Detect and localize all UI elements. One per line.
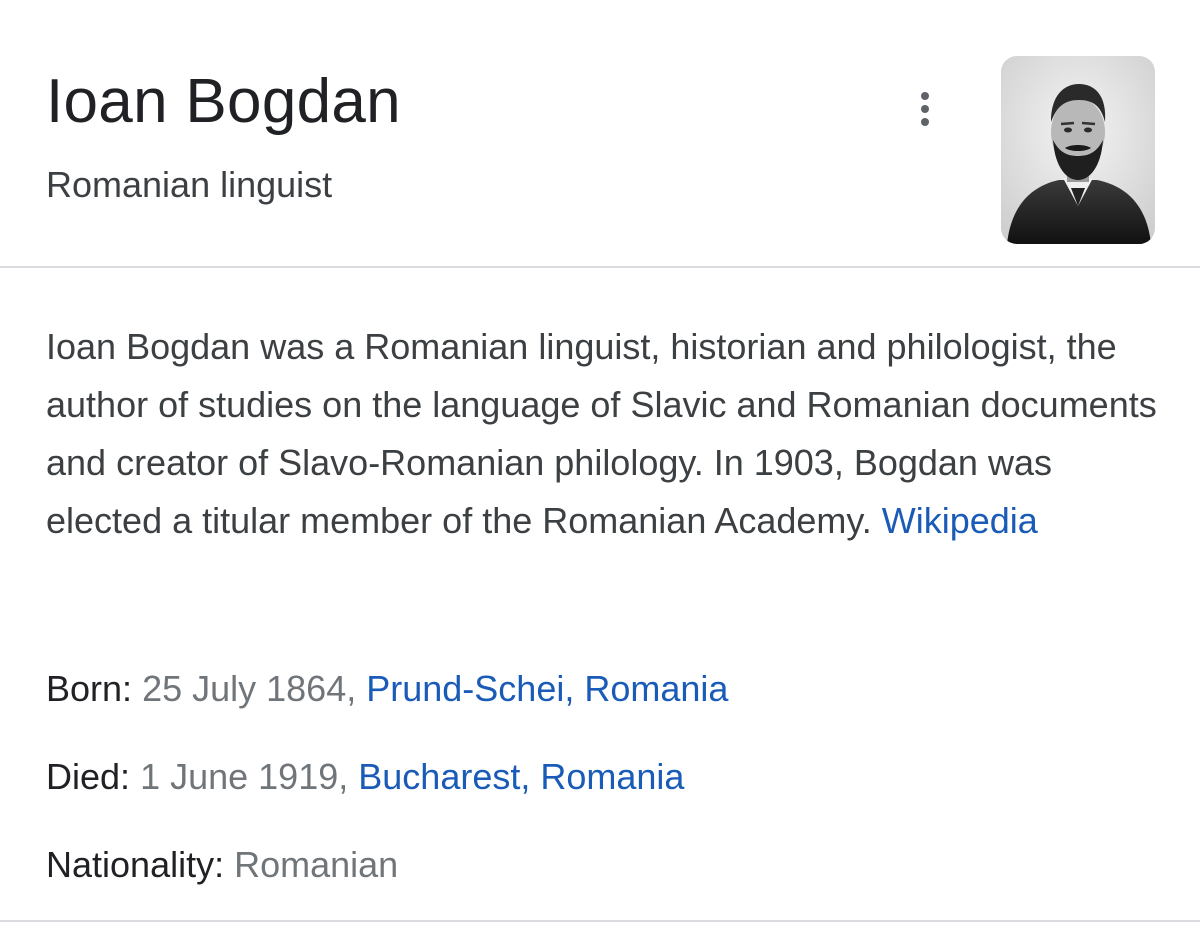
entity-description: Ioan Bogdan was a Romanian linguist, his… xyxy=(46,318,1166,550)
knowledge-panel-header: Ioan Bogdan Romanian linguist xyxy=(0,0,1200,266)
fact-born-place-link[interactable]: Prund-Schei, Romania xyxy=(366,668,728,709)
fact-nationality-label: Nationality: xyxy=(46,844,225,885)
fact-born: Born: 25 July 1864, Prund-Schei, Romania xyxy=(46,666,728,712)
header-divider xyxy=(0,266,1200,268)
fact-born-label: Born: xyxy=(46,668,133,709)
fact-died-date: 1 June 1919, xyxy=(140,756,349,797)
wikipedia-link[interactable]: Wikipedia xyxy=(882,500,1038,541)
entity-title: Ioan Bogdan xyxy=(46,67,401,136)
fact-born-date: 25 July 1864, xyxy=(142,668,357,709)
fact-died-label: Died: xyxy=(46,756,131,797)
portrait-photo xyxy=(1001,56,1155,244)
footer-divider xyxy=(0,920,1200,922)
more-vert-icon xyxy=(921,92,929,100)
more-vert-icon-dot xyxy=(921,118,929,126)
entity-subtitle: Romanian linguist xyxy=(46,164,333,205)
more-vert-icon-dot xyxy=(921,105,929,113)
portrait-image[interactable] xyxy=(1001,56,1155,244)
fact-nationality-value: Romanian xyxy=(234,844,399,885)
fact-nationality: Nationality: Romanian xyxy=(46,842,398,888)
more-options-button[interactable] xyxy=(900,84,950,134)
fact-died-place-link[interactable]: Bucharest, Romania xyxy=(358,756,684,797)
fact-died: Died: 1 June 1919, Bucharest, Romania xyxy=(46,754,684,800)
